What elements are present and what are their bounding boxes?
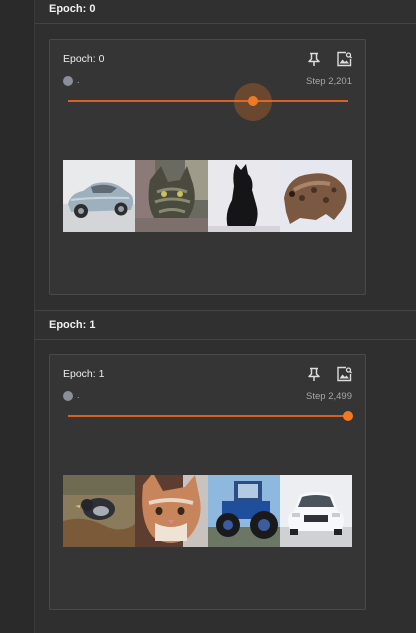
step-slider[interactable] [68,83,348,121]
group-header-epoch-0[interactable]: Epoch: 0 [35,0,416,24]
run-label: . [77,75,80,85]
sample-image-car-silver[interactable] [63,160,136,232]
card-title: Epoch: 0 [63,53,105,65]
slider-track[interactable] [68,100,348,102]
image-strip [63,475,352,547]
sample-image-cat-orange[interactable] [135,475,208,547]
run-color-dot [63,76,73,86]
step-label: Step 2,499 [306,391,352,402]
app-root: Epoch: 0 Epoch: 0 . Step 2,201 Epoch: 1 … [0,0,416,633]
image-card: Epoch: 1 . Step 2,499 [49,354,366,610]
image-card: Epoch: 0 . Step 2,201 [49,39,366,295]
step-label: Step 2,201 [306,76,352,87]
sample-image-cat-tabby[interactable] [135,160,208,232]
slider-track[interactable] [68,415,348,417]
slider-thumb[interactable] [248,96,258,106]
sample-image-tractor-blue[interactable] [207,475,280,547]
run-color-dot [63,391,73,401]
pin-icon[interactable] [305,365,323,383]
pin-icon[interactable] [305,50,323,68]
step-slider[interactable] [68,405,353,427]
group-header-label: Epoch: 1 [49,319,96,331]
image-settings-icon[interactable] [335,365,353,383]
image-settings-icon[interactable] [335,50,353,68]
sample-image-toad-brown[interactable] [279,160,352,232]
sample-image-car-white[interactable] [279,475,352,547]
group-header-label: Epoch: 0 [49,2,96,15]
group-header-epoch-1[interactable]: Epoch: 1 [35,310,416,340]
slider-thumb[interactable] [343,411,353,421]
left-rail [0,0,35,633]
run-label: . [77,390,80,400]
card-title: Epoch: 1 [63,368,105,380]
image-strip [63,160,352,232]
main-panel: Epoch: 0 Epoch: 0 . Step 2,201 Epoch: 1 … [35,0,416,633]
sample-image-bird-ground[interactable] [63,475,136,547]
sample-image-dog-black[interactable] [207,160,280,232]
